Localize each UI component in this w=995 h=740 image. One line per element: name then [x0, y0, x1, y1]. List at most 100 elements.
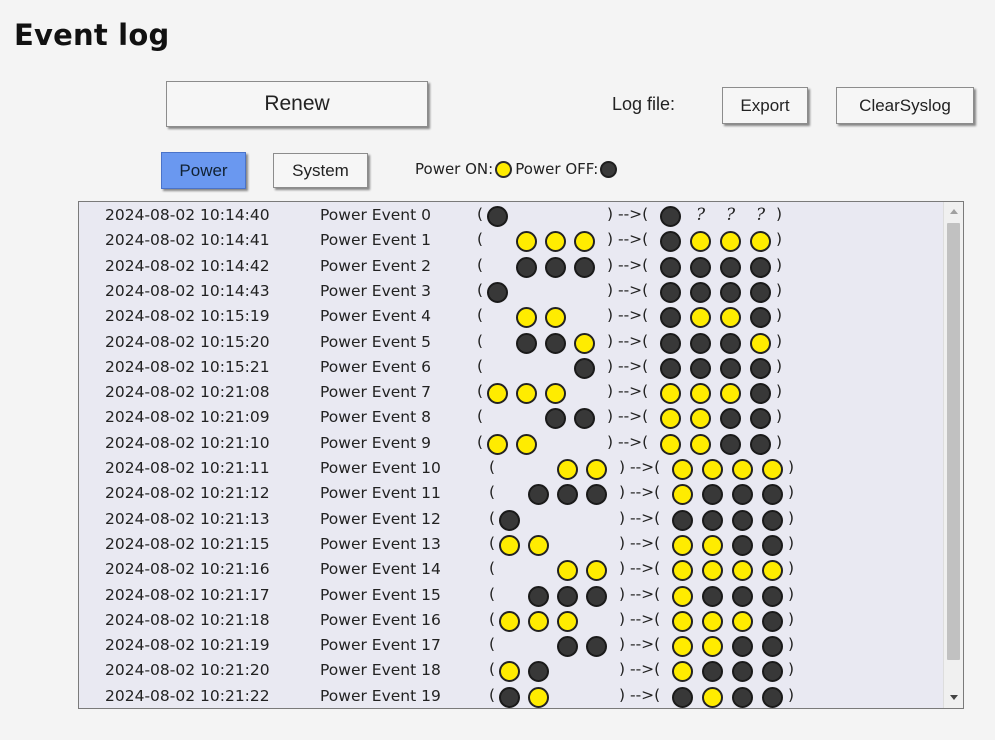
power-on-indicator-icon — [690, 433, 711, 455]
power-on-indicator-icon — [557, 610, 578, 632]
log-row: 2024-08-02 10:14:43 Power Event 3 () -->() — [79, 279, 939, 304]
result-close-paren: ) — [788, 609, 795, 628]
tab-system[interactable]: System — [273, 153, 368, 188]
power-off-legend-icon — [600, 160, 618, 178]
unknown-state-icon: ? — [725, 205, 736, 225]
power-on-indicator-icon — [672, 636, 693, 658]
log-event-name: Power Event 15 — [320, 585, 441, 604]
scroll-thumb[interactable] — [947, 223, 960, 660]
renew-button[interactable]: Renew — [166, 81, 428, 127]
log-event-name: Power Event 1 — [320, 231, 431, 250]
power-off-indicator-icon — [487, 206, 508, 227]
power-off-indicator-icon — [720, 357, 741, 379]
result-close-paren: ) — [788, 458, 795, 476]
log-event-name: Power Event 11 — [320, 484, 441, 503]
change-open-paren: ( — [477, 331, 484, 350]
result-close-paren: ) — [776, 331, 783, 350]
power-on-indicator-icon — [672, 661, 693, 683]
result-close-paren: ) — [776, 280, 783, 299]
change-open-paren: ( — [477, 280, 484, 299]
result-close-paren: ) — [788, 584, 795, 603]
result-close-paren: ) — [776, 382, 783, 401]
result-close-paren: ) — [776, 230, 783, 249]
result-close-paren: ) — [788, 635, 795, 654]
power-on-indicator-icon — [528, 534, 549, 556]
power-off-indicator-icon — [557, 636, 578, 658]
power-off-indicator-icon — [528, 484, 549, 506]
log-timestamp: 2024-08-02 10:21:11 — [105, 459, 270, 477]
power-on-indicator-icon — [762, 459, 783, 480]
power-off-indicator-icon — [516, 332, 537, 354]
power-off-indicator-icon — [750, 383, 771, 405]
change-open-paren: ( — [477, 407, 484, 426]
power-off-indicator-icon — [487, 281, 508, 303]
state-arrow: ) -->( — [619, 584, 661, 603]
power-off-indicator-icon — [750, 256, 771, 278]
clear-syslog-button[interactable]: ClearSyslog — [836, 87, 974, 124]
power-on-indicator-icon — [574, 332, 595, 354]
power-on-indicator-icon — [672, 560, 693, 582]
power-on-indicator-icon — [499, 534, 520, 556]
power-off-indicator-icon — [720, 256, 741, 278]
log-event-name: Power Event 6 — [320, 357, 431, 376]
power-off-indicator-icon — [660, 206, 681, 227]
result-close-paren: ) — [776, 205, 783, 223]
log-event-name: Power Event 10 — [320, 459, 441, 477]
log-scrollbar[interactable] — [943, 202, 963, 708]
power-on-indicator-icon — [702, 459, 723, 480]
log-timestamp: 2024-08-02 10:21:15 — [105, 534, 270, 553]
state-arrow: ) -->( — [607, 255, 649, 274]
power-off-indicator-icon — [732, 686, 753, 708]
power-on-indicator-icon — [660, 433, 681, 455]
power-on-indicator-icon — [690, 408, 711, 430]
power-off-indicator-icon — [750, 281, 771, 303]
power-off-indicator-icon — [545, 256, 566, 278]
log-event-name: Power Event 0 — [320, 206, 431, 224]
result-close-paren: ) — [788, 660, 795, 679]
log-row: 2024-08-02 10:21:11 Power Event 10 () -->(… — [79, 456, 939, 481]
change-open-paren: ( — [477, 382, 484, 401]
scroll-up-arrow-icon[interactable] — [944, 206, 963, 218]
state-arrow: ) -->( — [607, 382, 649, 401]
power-on-indicator-icon — [499, 661, 520, 683]
power-off-indicator-icon — [557, 484, 578, 506]
power-on-indicator-icon — [557, 459, 578, 480]
change-open-paren: ( — [477, 205, 484, 223]
log-event-name: Power Event 3 — [320, 281, 431, 300]
power-off-indicator-icon — [762, 686, 783, 708]
power-on-indicator-icon — [672, 484, 693, 506]
log-timestamp: 2024-08-02 10:21:18 — [105, 610, 270, 629]
change-open-paren: ( — [489, 660, 496, 679]
power-on-indicator-icon — [690, 307, 711, 329]
power-off-indicator-icon — [702, 661, 723, 683]
power-off-indicator-icon — [762, 610, 783, 632]
power-off-indicator-icon — [690, 332, 711, 354]
power-on-indicator-icon — [516, 383, 537, 405]
result-close-paren: ) — [788, 533, 795, 552]
log-event-name: Power Event 16 — [320, 610, 441, 629]
state-arrow: ) -->( — [619, 483, 661, 502]
power-off-indicator-icon — [690, 281, 711, 303]
result-close-paren: ) — [788, 559, 795, 578]
power-off-indicator-icon — [720, 433, 741, 455]
power-on-indicator-icon — [586, 560, 607, 582]
unknown-state-icon: ? — [695, 205, 706, 225]
tab-power[interactable]: Power — [161, 152, 246, 189]
power-off-indicator-icon — [672, 686, 693, 708]
log-event-name: Power Event 9 — [320, 433, 431, 452]
log-timestamp: 2024-08-02 10:21:13 — [105, 509, 270, 528]
log-timestamp: 2024-08-02 10:15:19 — [105, 307, 270, 326]
power-on-indicator-icon — [545, 383, 566, 405]
power-off-indicator-icon — [762, 636, 783, 658]
power-on-indicator-icon — [672, 534, 693, 556]
power-off-indicator-icon — [574, 357, 595, 379]
change-open-paren: ( — [489, 483, 496, 502]
power-on-indicator-icon — [690, 231, 711, 253]
change-open-paren: ( — [489, 458, 496, 476]
scroll-down-arrow-icon[interactable] — [944, 692, 963, 704]
export-button[interactable]: Export — [722, 87, 808, 124]
log-row: 2024-08-02 10:21:19 Power Event 17 () -->(… — [79, 633, 939, 658]
event-log-list[interactable]: 2024-08-02 10:14:40 Power Event 0 () -->(?… — [78, 201, 964, 709]
log-row: 2024-08-02 10:21:13 Power Event 12 () -->(… — [79, 507, 939, 532]
log-row: 2024-08-02 10:21:09 Power Event 8 () -->() — [79, 405, 939, 430]
